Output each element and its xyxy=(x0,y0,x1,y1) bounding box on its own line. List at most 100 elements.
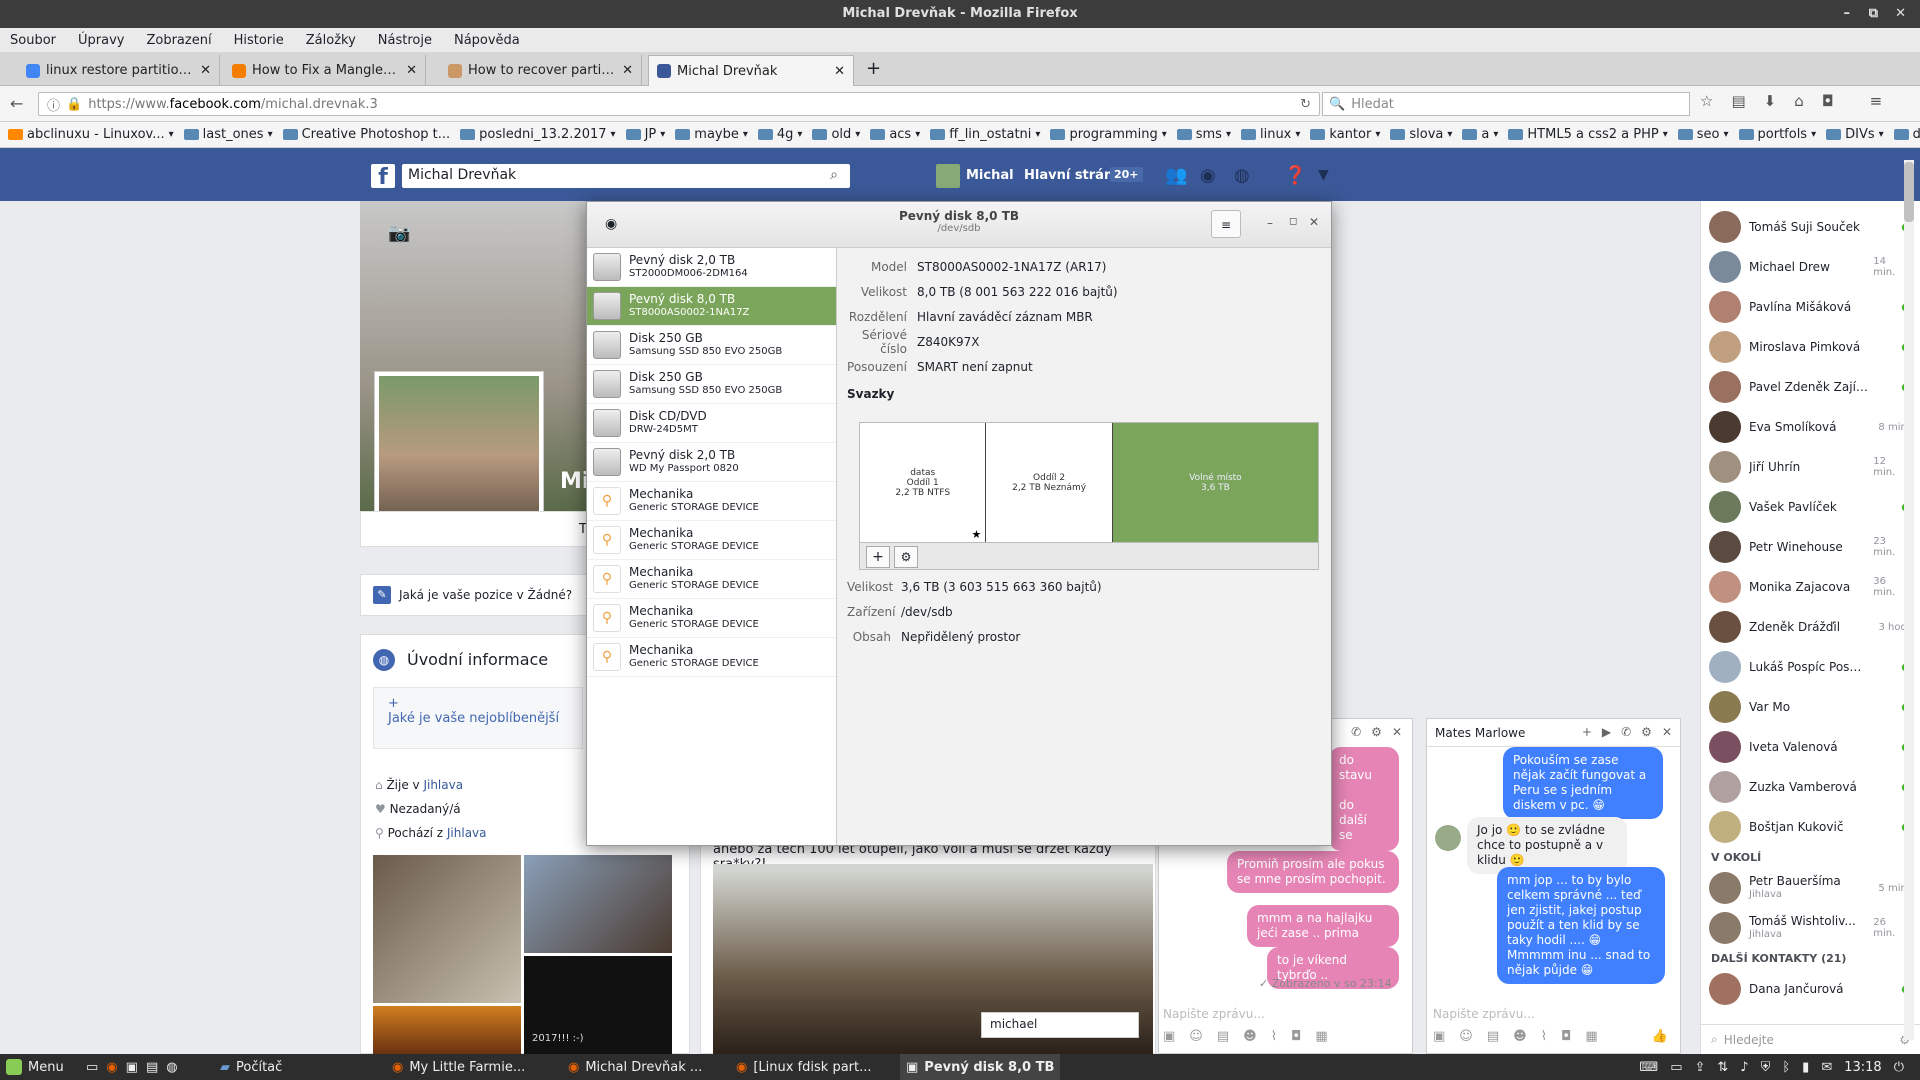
bookmark-item[interactable]: sms ▾ xyxy=(1176,127,1231,142)
contact-item[interactable]: Zdeněk Drážďil 3 hod. xyxy=(1701,607,1920,647)
contact-item[interactable]: Pavlína Mišáková● xyxy=(1701,287,1920,327)
menu-zalozky[interactable]: Záložky xyxy=(306,33,356,48)
chat-header[interactable]: Mates Marlowe + ▶ ✆ ⚙ ✕ xyxy=(1427,719,1680,747)
facebook-logo-icon[interactable]: f xyxy=(371,164,395,190)
power-icon[interactable]: ⏻ xyxy=(1894,1060,1904,1075)
phone-icon[interactable]: ✆ xyxy=(1351,725,1361,739)
info-icon[interactable]: ⓘ xyxy=(47,95,60,114)
close-icon[interactable]: ✕ xyxy=(1662,725,1672,739)
drive-item[interactable]: Pevný disk 2,0 TB WD My Passport 0820 xyxy=(587,443,836,482)
pocket-icon[interactable]: ◘ xyxy=(1822,92,1834,110)
detail-value[interactable]: Z840K97X xyxy=(917,335,979,349)
display-icon[interactable]: ▭ xyxy=(1670,1060,1682,1075)
menu-napoveda[interactable]: Nápověda xyxy=(454,33,520,48)
chevron-down-icon[interactable]: ▼ xyxy=(1318,167,1329,183)
bookmark-item[interactable]: DIVs ▾ xyxy=(1826,127,1884,142)
volume-icon[interactable]: ♪ xyxy=(1740,1060,1748,1075)
network-icon[interactable]: ⇅ xyxy=(1717,1060,1728,1075)
reading-list-icon[interactable]: ▤ xyxy=(1731,92,1745,110)
add-partition-icon[interactable]: + xyxy=(866,546,890,568)
add-icon[interactable]: + xyxy=(1582,725,1592,739)
volume-segment[interactable]: Volné místo 3,6 TB xyxy=(1112,423,1319,542)
volume-segment[interactable]: datas Oddíl 1 2,2 TB NTFS ★ xyxy=(860,423,987,542)
close-tab-icon[interactable]: ✕ xyxy=(406,63,417,78)
photo-thumbnail[interactable]: 2017!!! :-) xyxy=(524,956,672,1054)
gear-icon[interactable]: ⚙ xyxy=(1641,725,1652,739)
update-icon[interactable]: ⇪ xyxy=(1694,1060,1705,1075)
shield-icon[interactable]: ⛨ xyxy=(1761,1060,1771,1075)
bookmark-item[interactable]: Creative Photoshop t... xyxy=(282,127,450,142)
bookmark-item[interactable]: a ▾ xyxy=(1462,127,1498,142)
clock[interactable]: 13:18 xyxy=(1844,1060,1881,1075)
menu-zobrazeni[interactable]: Zobrazení xyxy=(146,33,211,48)
back-icon[interactable]: ← xyxy=(10,94,23,113)
taskbar-item-files[interactable]: ▰ Počítač xyxy=(214,1054,288,1080)
bookmark-item[interactable]: linux ▾ xyxy=(1240,127,1300,142)
friend-requests-icon[interactable]: 👥 xyxy=(1165,165,1187,186)
url-bar[interactable]: ⓘ 🔒 https://www.facebook.com/michal.drev… xyxy=(38,92,1320,116)
camera-icon[interactable]: 📷 xyxy=(388,223,410,244)
close-tab-icon[interactable]: ✕ xyxy=(200,63,211,78)
calendar-icon[interactable]: ▦ xyxy=(1315,1029,1327,1044)
photo-icon[interactable]: ▣ xyxy=(1433,1029,1445,1044)
close-tab-icon[interactable]: ✕ xyxy=(834,64,845,79)
new-tab-icon[interactable]: + xyxy=(866,58,881,79)
messenger-icon[interactable]: ◉ xyxy=(1200,165,1216,186)
help-icon[interactable]: ❓ xyxy=(1284,165,1306,186)
detail-value[interactable]: Nepřidělený prostor xyxy=(901,630,1020,644)
menu-upravy[interactable]: Úpravy xyxy=(78,33,124,48)
drive-item[interactable]: ⚲ Mechanika Generic STORAGE DEVICE xyxy=(587,560,836,599)
tab-mangled-partition[interactable]: How to Fix a Mangled Partit ✕ xyxy=(224,55,426,86)
contact-item[interactable]: Dana Jančurová● xyxy=(1701,969,1920,1009)
contact-item[interactable]: Vašek Pavlíček● xyxy=(1701,487,1920,527)
minimize-icon[interactable]: – xyxy=(1844,0,1851,28)
contact-item[interactable]: Michael Drew 14 min. xyxy=(1701,247,1920,287)
contact-item[interactable]: Lukáš Pospíc Pospíc...● xyxy=(1701,647,1920,687)
home-icon[interactable]: ⌂ xyxy=(1794,92,1804,110)
bookmark-item[interactable]: posledni_13.2.2017 ▾ xyxy=(460,127,616,142)
bookmark-item[interactable]: seo ▾ xyxy=(1677,127,1729,142)
bookmark-item[interactable]: portfols ▾ xyxy=(1738,127,1816,142)
close-icon[interactable]: ✕ xyxy=(1392,725,1402,739)
bookmark-star-icon[interactable]: ☆ xyxy=(1700,92,1713,110)
bookmark-item[interactable]: JP ▾ xyxy=(625,127,665,142)
contact-item[interactable]: Var Mo● xyxy=(1701,687,1920,727)
gear-icon[interactable]: ⚙ xyxy=(894,546,918,568)
reload-icon[interactable]: ↻ xyxy=(1300,97,1311,112)
attach-icon[interactable]: ⌇ xyxy=(1541,1029,1547,1044)
globe-icon[interactable]: ◍ xyxy=(1234,165,1250,186)
skype-icon[interactable]: ◍ xyxy=(166,1060,177,1075)
drive-item[interactable]: Pevný disk 8,0 TB ST8000AS0002-1NA17Z xyxy=(587,287,836,326)
contact-item[interactable]: Zuzka Vamberová● xyxy=(1701,767,1920,807)
download-icon[interactable]: ⬇ xyxy=(1764,92,1777,110)
search-icon[interactable]: ⌕ xyxy=(830,167,838,183)
fb-user-link[interactable]: Michal xyxy=(966,168,1014,183)
drive-item[interactable]: Disk 250 GB Samsung SSD 850 EVO 250GB xyxy=(587,326,836,365)
contact-item[interactable]: Iveta Valenová● xyxy=(1701,727,1920,767)
drive-item[interactable]: Disk CD/DVD DRW-24D5MT xyxy=(587,404,836,443)
contact-item[interactable]: Eva Smolíková 8 min. xyxy=(1701,407,1920,447)
restore-icon[interactable]: ⧉ xyxy=(1869,0,1878,28)
photo-icon[interactable]: ▣ xyxy=(1163,1029,1175,1044)
contact-item[interactable]: Monika Zajacova 36 min. xyxy=(1701,567,1920,607)
photo-thumbnail[interactable] xyxy=(373,1006,521,1054)
maximize-icon[interactable]: ◻ xyxy=(1289,216,1297,227)
disk-menu-button[interactable]: ≡ xyxy=(1211,210,1241,238)
taskbar-item-firefox-farm[interactable]: ◉ My Little Farmie... xyxy=(386,1054,531,1080)
battery-icon[interactable]: ▮ xyxy=(1802,1060,1809,1075)
taskbar-item-firefox-fdisk[interactable]: ◉ [Linux fdisk part... xyxy=(730,1054,878,1080)
from-city-link[interactable]: Jihlava xyxy=(447,826,487,840)
photo-thumbnail[interactable] xyxy=(373,855,521,1003)
favorite-prompt[interactable]: + Jaké je vaše nejoblíbenější xyxy=(373,687,583,749)
sticker-icon[interactable]: ☺ xyxy=(1189,1029,1203,1044)
drive-item[interactable]: ⚲ Mechanika Generic STORAGE DEVICE xyxy=(587,638,836,677)
gif-icon[interactable]: ▤ xyxy=(1487,1029,1499,1044)
chat-input[interactable]: Napište zprávu... xyxy=(1433,1007,1535,1021)
search-bar[interactable]: 🔍 Hledat xyxy=(1322,92,1690,116)
like-icon[interactable]: 👍 xyxy=(1652,1029,1668,1044)
drive-item[interactable]: ⚲ Mechanika Generic STORAGE DEVICE xyxy=(587,599,836,638)
contact-item[interactable]: Petr Baueršíma Jihlava 5 min. xyxy=(1701,868,1920,908)
contact-item[interactable]: Miroslava Pimková● xyxy=(1701,327,1920,367)
detail-value[interactable]: 8,0 TB (8 001 563 222 016 bajtů) xyxy=(917,285,1118,299)
drive-item[interactable]: Disk 250 GB Samsung SSD 850 EVO 250GB xyxy=(587,365,836,404)
